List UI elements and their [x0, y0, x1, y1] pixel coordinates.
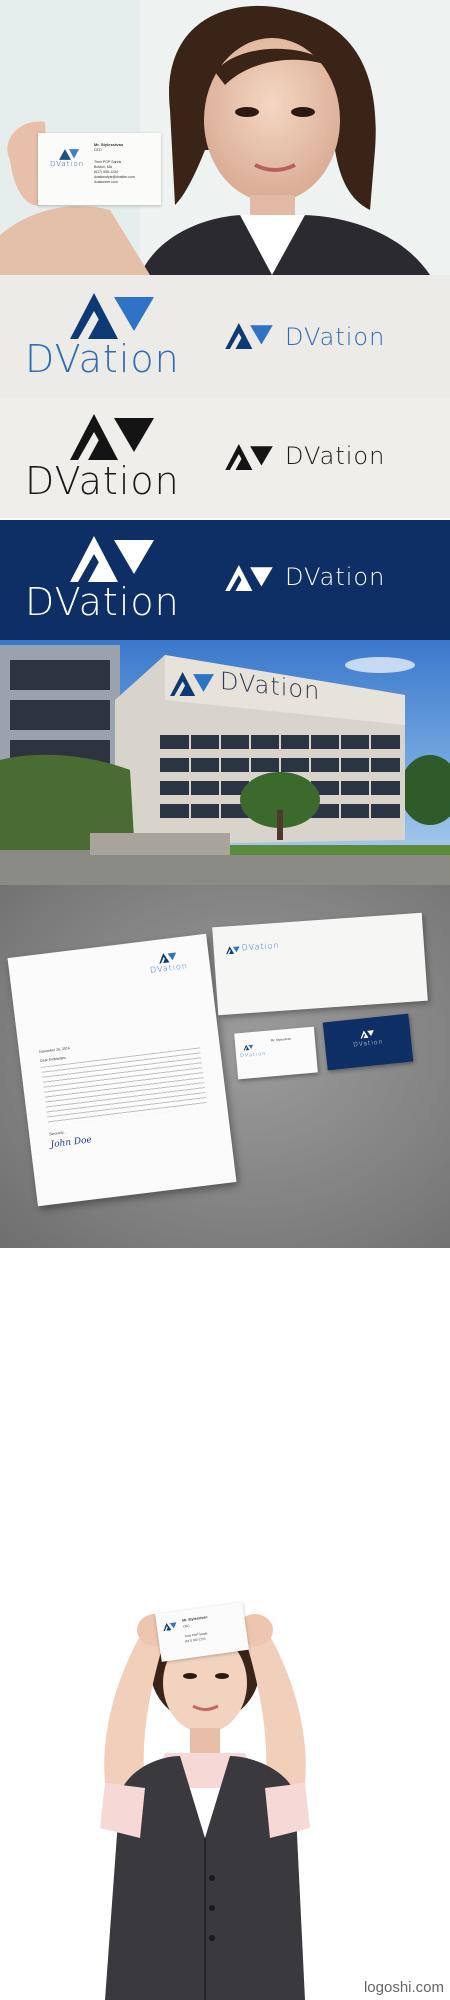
wordmark-small-blue: DVation: [285, 323, 386, 351]
card-logo-mark-icon: [59, 149, 79, 160]
wordmark-small-white: DVation: [285, 563, 386, 591]
white-card-logo-mark-icon: [243, 1044, 254, 1051]
bottom-photo-woman-card: Mr. Stylesstvan CEO Their POP Sands (617…: [0, 1578, 450, 2000]
card-address-1: Their POP Sands: [94, 160, 122, 164]
navy-card-logo-mark-icon: [360, 1030, 374, 1039]
letterhead-signature: John Doe: [50, 1135, 93, 1151]
envelope-logo-mark-icon: [226, 946, 240, 955]
stationery-card-navy: DVation: [322, 1013, 414, 1071]
navy-card-wordmark: DVation: [352, 1038, 384, 1049]
card-person-title: CEO: [94, 148, 102, 152]
card-phone: (617) 555-1234: [94, 170, 118, 174]
logo-variant-white-section: DVation DVation: [0, 520, 450, 640]
wordmark-large-white: DVation: [25, 580, 180, 624]
logo-variant-black-section: DVation DVation: [0, 398, 450, 518]
building-signage-mockup: DVation: [0, 640, 450, 885]
bottom-card-person-name: Mr. Stylesstvan: [181, 1615, 208, 1623]
card-wordmark: DVation: [50, 160, 85, 168]
white-card-wordmark: DVation: [239, 1050, 267, 1060]
watermark-text: logoshi.com: [363, 1979, 444, 1996]
logo-mark-large-blue-icon: [70, 293, 154, 339]
letterhead-sheet: DVation November 26, 2014 Dear Sir/Madam…: [7, 933, 237, 1207]
logo-mark-large-black-icon: [70, 414, 154, 460]
hero-business-card: DVation Mr. Stylesstvan CEO Their POP Sa…: [38, 133, 161, 205]
logo-mark-small-white-icon: [225, 565, 273, 591]
logo-mark-small-black-icon: [225, 444, 273, 470]
wordmark-large-black: DVation: [25, 459, 180, 503]
hero-photo-woman-card: DVation Mr. Stylesstvan CEO Their POP Sa…: [0, 0, 450, 275]
card-email: dvationstyle@dvation.com: [94, 175, 135, 179]
stationery-card-white: DVation Mr. Stylesstvan: [234, 1026, 318, 1080]
building-logo-mark-icon: [170, 672, 214, 696]
bottom-card-title: CEO: [182, 1623, 190, 1629]
letterhead-salutation: Dear Sir/Madam,: [40, 1055, 67, 1063]
stationery-mockup: DVation November 26, 2014 Dear Sir/Madam…: [0, 885, 450, 1248]
white-card-person-name: Mr. Stylesstvan: [270, 1036, 292, 1043]
card-person-name: Mr. Stylesstvan: [94, 142, 124, 147]
bottom-card-logo-mark-icon: [163, 1622, 177, 1632]
letterhead-date: November 26, 2014: [38, 1046, 70, 1054]
envelope-wordmark: DVation: [241, 940, 281, 953]
card-web: dvationeer.com: [94, 180, 118, 184]
logo-variant-blue-section: DVation DVation: [0, 275, 450, 398]
card-address-2: Boston, MA: [94, 165, 113, 169]
letterhead-wordmark: DVation: [149, 961, 189, 975]
blank-gap: [0, 1248, 450, 1578]
letterhead-closing: Sincerely,: [49, 1130, 65, 1137]
envelope: DVation: [212, 912, 428, 1016]
wordmark-large-blue: DVation: [25, 337, 180, 381]
logo-mark-large-white-icon: [70, 536, 154, 582]
wordmark-small-black: DVation: [285, 442, 386, 470]
logo-mark-small-blue-icon: [225, 323, 273, 349]
